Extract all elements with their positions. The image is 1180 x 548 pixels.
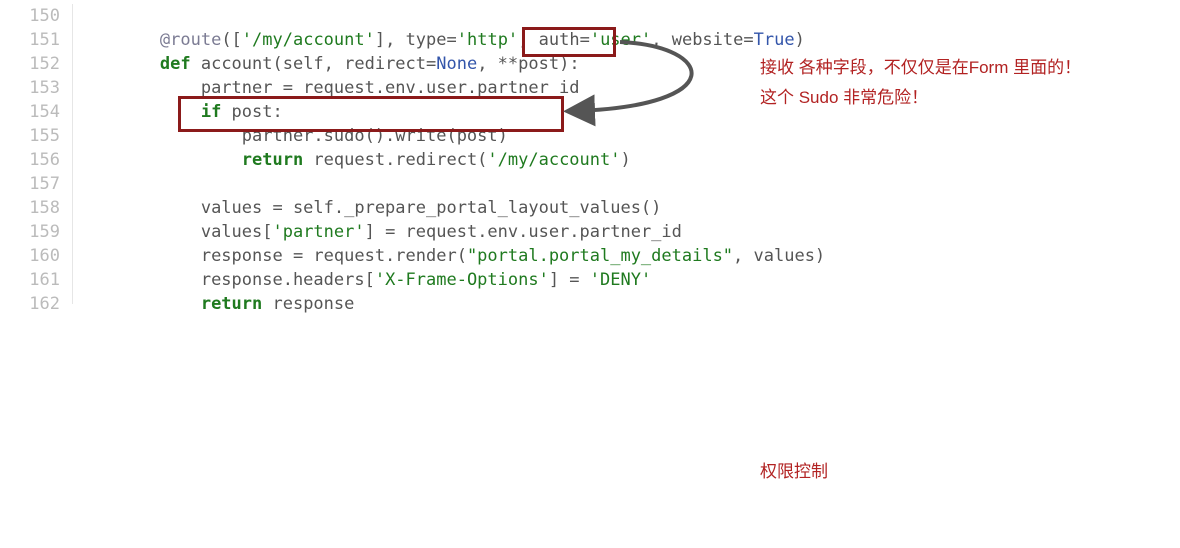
- code-content: partner.sudo().write(post): [78, 124, 508, 148]
- line-number: 162: [0, 292, 72, 316]
- code-line: 155 partner.sudo().write(post): [0, 124, 1180, 148]
- gutter-border: [72, 124, 78, 148]
- line-number: 155: [0, 124, 72, 148]
- code-line: 150: [0, 4, 1180, 28]
- gutter-border: [72, 100, 78, 124]
- code-line: 159 values['partner'] = request.env.user…: [0, 220, 1180, 244]
- gutter-border: [72, 76, 78, 100]
- line-number: 154: [0, 100, 72, 124]
- code-line: 161 response.headers['X-Frame-Options'] …: [0, 268, 1180, 292]
- code-content: return request.redirect('/my/account'): [78, 148, 631, 172]
- line-number: 159: [0, 220, 72, 244]
- gutter-border: [72, 244, 78, 268]
- code-line: 158 values = self._prepare_portal_layout…: [0, 196, 1180, 220]
- annotation-text: 接收 各种字段，不仅仅是在Form 里面的！: [760, 54, 1081, 81]
- code-content: values = self._prepare_portal_layout_val…: [78, 196, 661, 220]
- line-number: 161: [0, 268, 72, 292]
- code-content: @route(['/my/account'], type='http', aut…: [78, 28, 805, 52]
- code-content: response = request.render("portal.portal…: [78, 244, 825, 268]
- code-line: 157: [0, 172, 1180, 196]
- code-content: return response: [78, 292, 354, 316]
- annotation-text: 这个 Sudo 非常危险！: [760, 84, 928, 111]
- annotation-text: 权限控制: [760, 458, 828, 485]
- gutter-border: [72, 52, 78, 76]
- gutter-border: [72, 220, 78, 244]
- gutter-border: [72, 292, 78, 316]
- line-number: 160: [0, 244, 72, 268]
- line-number: 150: [0, 4, 72, 28]
- code-content: def account(self, redirect=None, **post)…: [78, 52, 580, 76]
- code-content: partner = request.env.user.partner_id: [78, 76, 580, 100]
- code-content: response.headers['X-Frame-Options'] = 'D…: [78, 268, 651, 292]
- line-number: 152: [0, 52, 72, 76]
- gutter-border: [72, 148, 78, 172]
- code-line: 154 if post:: [0, 100, 1180, 124]
- gutter-border: [72, 172, 78, 196]
- gutter-border: [72, 4, 78, 28]
- code-editor: 150 151 @route(['/my/account'], type='ht…: [0, 0, 1180, 316]
- line-number: 158: [0, 196, 72, 220]
- code-line: 151 @route(['/my/account'], type='http',…: [0, 28, 1180, 52]
- code-line: 156 return request.redirect('/my/account…: [0, 148, 1180, 172]
- code-line: 162 return response: [0, 292, 1180, 316]
- line-number: 157: [0, 172, 72, 196]
- gutter-border: [72, 268, 78, 292]
- code-content: values['partner'] = request.env.user.par…: [78, 220, 682, 244]
- line-number: 153: [0, 76, 72, 100]
- line-number: 151: [0, 28, 72, 52]
- code-content: if post:: [78, 100, 283, 124]
- line-number: 156: [0, 148, 72, 172]
- code-line: 160 response = request.render("portal.po…: [0, 244, 1180, 268]
- gutter-border: [72, 28, 78, 52]
- gutter-border: [72, 196, 78, 220]
